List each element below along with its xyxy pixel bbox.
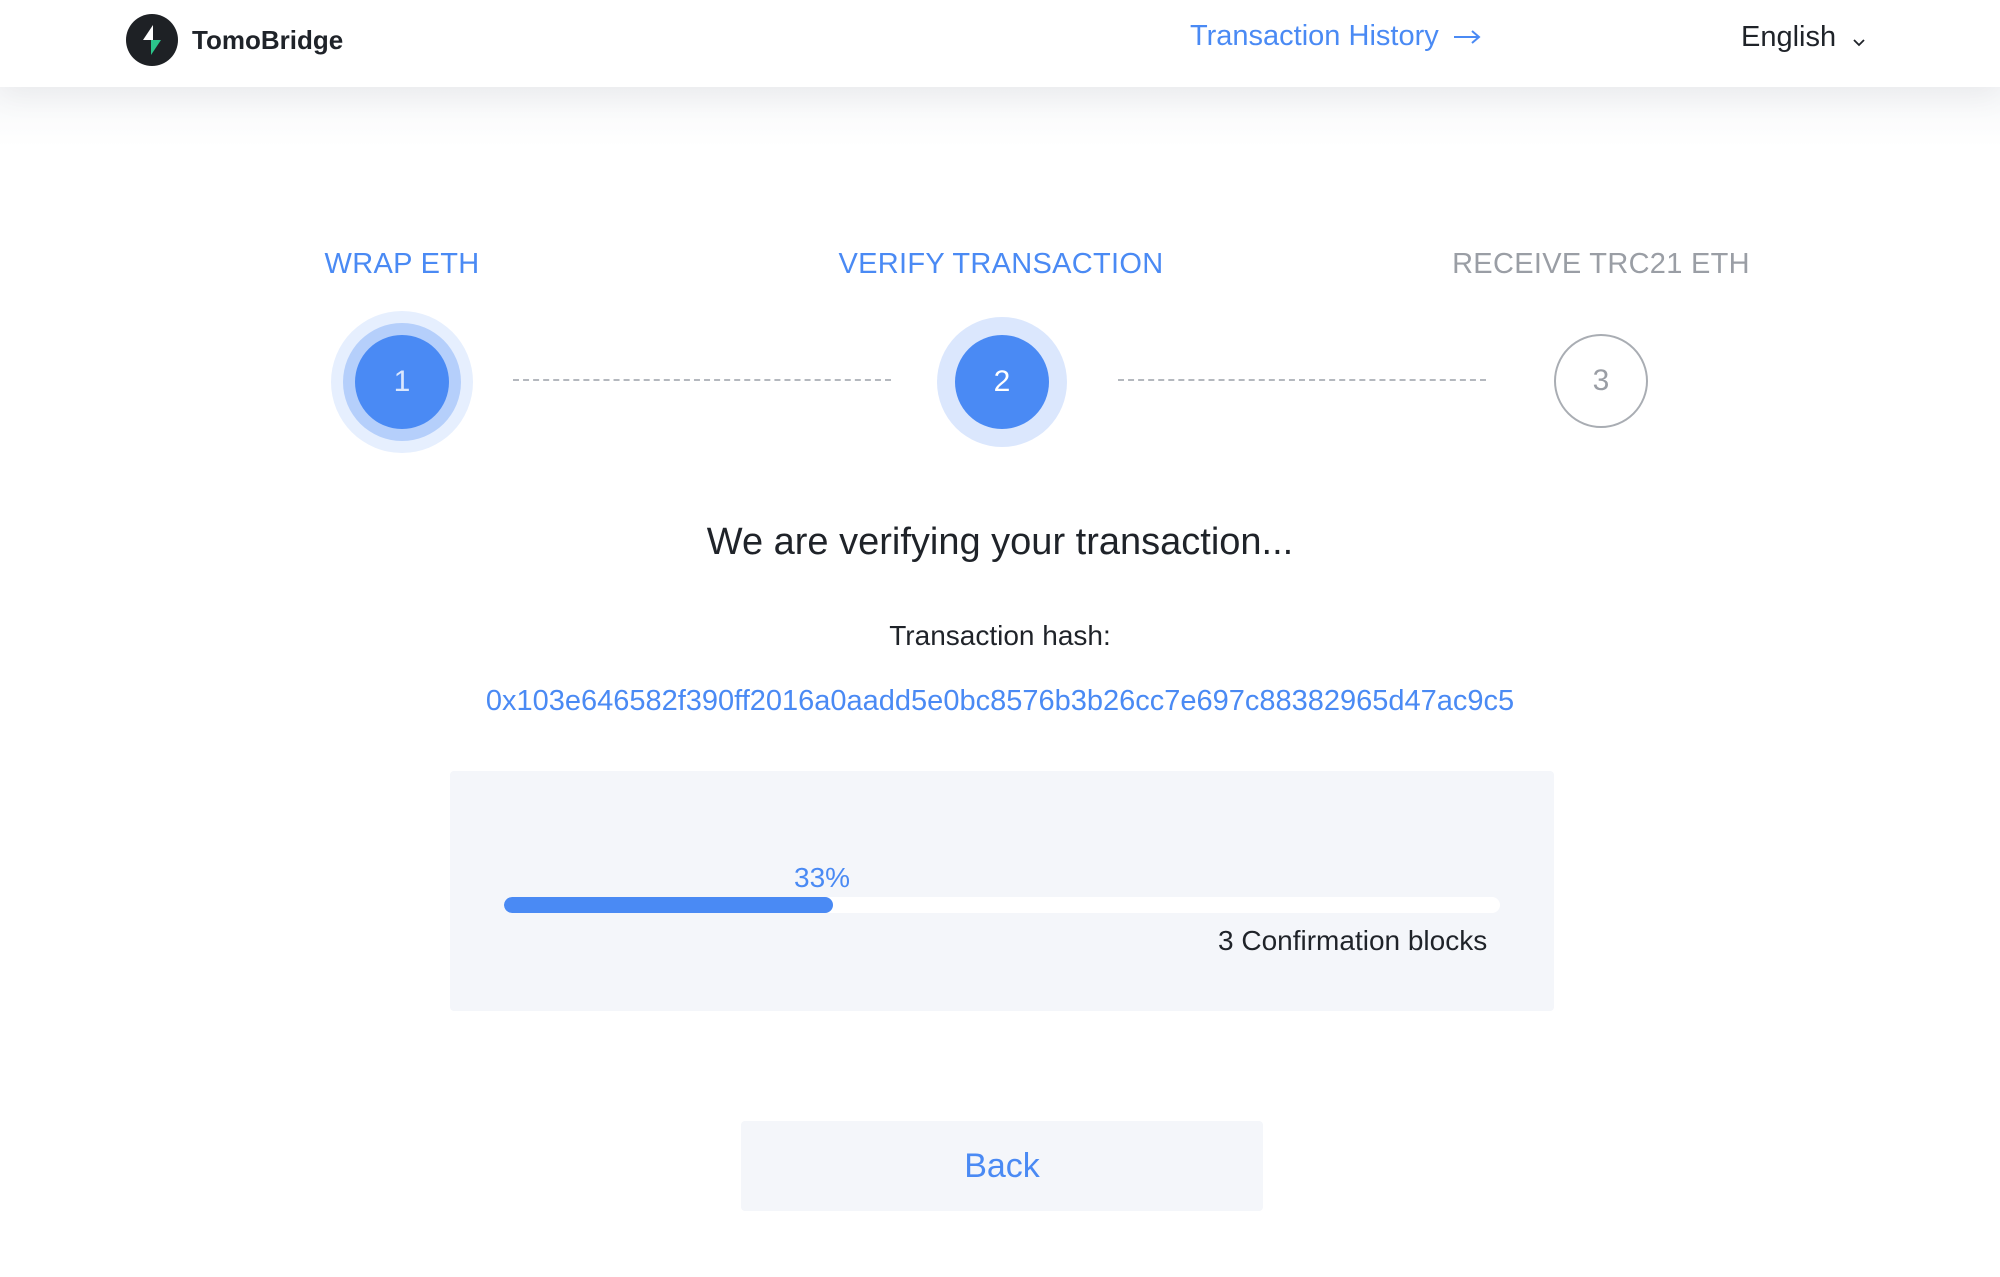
brand-name: TomoBridge [192,24,344,55]
step-label-receive-trc21-eth: RECEIVE TRC21 ETH [1452,248,1750,280]
tomobridge-logo-icon [126,14,178,66]
progress-bar-fill [504,897,833,913]
step-2-number: 2 [955,335,1049,429]
top-navbar: TomoBridge Transaction History English [0,0,2000,87]
step-3-number: 3 [1554,334,1648,428]
chevron-down-icon [1852,23,1866,56]
confirmation-blocks-text: 3 Confirmation blocks [1218,925,1488,956]
page-headline: We are verifying your transaction... [706,521,1294,563]
progress-percent: 33% [794,862,851,893]
language-selector[interactable]: English [1741,19,1866,56]
step-label-wrap-eth: WRAP ETH [324,248,480,280]
back-button[interactable]: Back [741,1121,1263,1211]
transaction-hash-link[interactable]: 0x103e646582f390ff2016a0aadd5e0bc8576b3b… [0,685,2000,718]
transaction-history-label: Transaction History [1190,19,1439,52]
step-connector-2 [1118,379,1486,381]
arrow-right-icon [1453,19,1481,53]
progress-panel [450,771,1554,1011]
step-1-number: 1 [355,335,449,429]
brand[interactable]: TomoBridge [126,14,343,66]
transaction-hash-label: Transaction hash: [889,620,1111,651]
step-label-verify-transaction: VERIFY TRANSACTION [838,248,1164,280]
step-connector-1 [513,379,891,381]
progress-bar-track [504,897,1500,913]
header-shadow [0,87,2000,147]
transaction-history-link[interactable]: Transaction History [1190,19,1481,53]
language-label: English [1741,21,1837,53]
